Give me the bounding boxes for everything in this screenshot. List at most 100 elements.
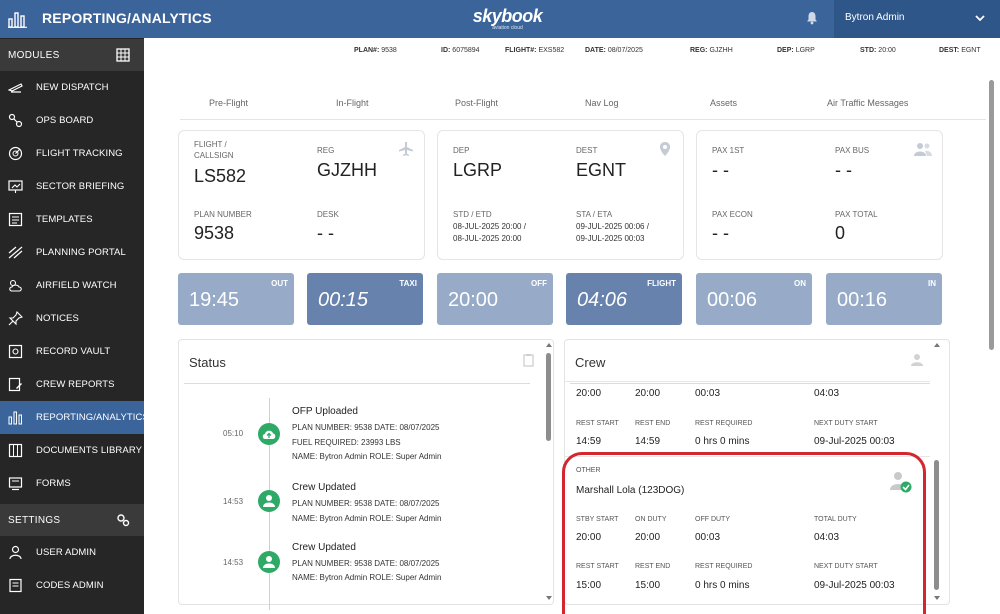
sidebar-item-airfield-watch[interactable]: AIRFIELD WATCH — [0, 269, 144, 302]
time-tile-on[interactable]: 00:06 ON — [696, 273, 812, 325]
tab-air-traffic-messages[interactable]: Air Traffic Messages — [827, 98, 908, 108]
clipboard-icon — [523, 354, 534, 367]
sidebar-item-codes-admin[interactable]: CODES ADMIN — [0, 569, 144, 602]
event-detail: NAME: Bytron Admin ROLE: Super Admin — [292, 452, 442, 461]
time-value: 20:00 — [448, 289, 499, 311]
people-icon — [914, 143, 932, 156]
time-tag: ON — [794, 279, 806, 288]
time-tile-flight[interactable]: 04:06 FLIGHT — [566, 273, 682, 325]
tab-nav-log[interactable]: Nav Log — [585, 98, 619, 108]
main-scrollbar[interactable] — [989, 80, 994, 350]
time-value: 04:06 — [577, 289, 628, 311]
time-tile-off[interactable]: 20:00 OFF — [437, 273, 553, 325]
chevron-down-icon[interactable] — [974, 12, 986, 24]
event-time: 14:53 — [223, 558, 244, 567]
crew-scrollbar-thumb[interactable] — [934, 460, 939, 590]
id-info: ID: 6075894 — [441, 47, 480, 54]
desk-label: DESK — [317, 210, 339, 219]
reg-value: GJZHH — [317, 160, 377, 180]
status-title: Status — [189, 355, 226, 370]
sidebar-item-ops-board[interactable]: OPS BOARD — [0, 104, 144, 137]
person-icon — [263, 556, 275, 568]
crew-prev-rest-end: 14:59 — [635, 436, 661, 447]
flight-number-info: FLIGHT#: EXS582 — [505, 47, 565, 54]
crew-prev-rest-required: 0 hrs 0 mins — [695, 436, 750, 447]
status-scroll-down[interactable] — [546, 596, 552, 600]
sidebar-item-notices[interactable]: NOTICES — [0, 302, 144, 335]
time-tag: FLIGHT — [647, 279, 676, 288]
pax-bus-value: - - — [835, 160, 852, 180]
sidebar-item-label: NEW DISPATCH — [36, 82, 109, 93]
sidebar-item-label: OPS BOARD — [36, 115, 94, 126]
sidebar-item-documents-library[interactable]: DOCUMENTS LIBRARY — [0, 434, 144, 467]
pin-icon — [8, 311, 23, 326]
crew-scroll-up[interactable] — [934, 343, 940, 347]
tab-pre-flight[interactable]: Pre-Flight — [209, 98, 248, 108]
crew-prev-on-duty: 20:00 — [635, 388, 661, 399]
std-etd-value: 08-JUL-2025 20:00 /08-JUL-2025 20:00 — [453, 222, 526, 243]
modules-section-header: MODULES — [0, 39, 144, 71]
tab-in-flight[interactable]: In-Flight — [336, 98, 369, 108]
sidebar-item-label: TEMPLATES — [36, 214, 93, 225]
sidebar-item-sector-briefing[interactable]: SECTOR BRIEFING — [0, 170, 144, 203]
sidebar-item-label: NOTICES — [36, 313, 79, 324]
flight-label: FLIGHT / CALLSIGN — [194, 140, 234, 160]
crew-prev-off-duty: 00:03 — [695, 388, 721, 399]
sidebar-item-flight-tracking[interactable]: FLIGHT TRACKING — [0, 137, 144, 170]
pax-econ-value: - - — [712, 223, 729, 243]
sidebar-item-forms[interactable]: FORMS — [0, 467, 144, 500]
sidebar: MODULES NEW DISPATCH OPS BOARD FLIGHT TR… — [0, 38, 149, 614]
briefing-icon — [8, 180, 23, 193]
notification-bell-icon[interactable] — [805, 11, 819, 25]
person-icon — [263, 495, 275, 507]
sidebar-item-crew-reports[interactable]: CREW REPORTS — [0, 368, 144, 401]
time-value: 00:16 — [837, 289, 888, 311]
desk-value: - - — [317, 223, 334, 243]
sidebar-item-planning-portal[interactable]: PLANNING PORTAL — [0, 236, 144, 269]
event-detail: NAME: Bytron Admin ROLE: Super Admin — [292, 573, 442, 582]
time-tile-taxi[interactable]: 00:15 TAXI — [307, 273, 423, 325]
status-scrollbar-thumb[interactable] — [546, 353, 551, 441]
sidebar-item-label: RECORD VAULT — [36, 346, 111, 357]
sidebar-item-new-dispatch[interactable]: NEW DISPATCH — [0, 71, 144, 104]
status-scroll-up[interactable] — [546, 343, 552, 347]
plan-number-value: 9538 — [194, 223, 235, 243]
crew-scroll-down[interactable] — [934, 596, 940, 600]
event-detail: PLAN NUMBER: 9538 DATE: 08/07/2025 — [292, 499, 440, 508]
crew-prev-next-duty-start: 09-Jul-2025 00:03 — [814, 436, 895, 447]
pax-card: PAX 1ST - - PAX BUS - - PAX ECON - - PAX… — [696, 130, 943, 260]
settings-section-header: SETTINGS — [0, 504, 144, 536]
rest-end-label: REST END — [635, 420, 671, 427]
user-menu[interactable]: Bytron Admin — [834, 0, 1000, 38]
sidebar-item-label: SECTOR BRIEFING — [36, 181, 125, 192]
sta-eta-label: STA / ETA — [576, 210, 613, 219]
grid-icon[interactable] — [116, 48, 130, 62]
templates-icon — [8, 212, 23, 227]
sidebar-item-record-vault[interactable]: RECORD VAULT — [0, 335, 144, 368]
dep-label: DEP — [453, 146, 470, 155]
time-tag: TAXI — [399, 279, 417, 288]
crew-prev-stby-start: 20:00 — [576, 388, 602, 399]
sidebar-item-user-admin[interactable]: USER ADMIN — [0, 536, 144, 569]
pax-bus-label: PAX BUS — [835, 146, 870, 155]
event-detail: PLAN NUMBER: 9538 DATE: 08/07/2025 — [292, 559, 440, 568]
event-detail: PLAN NUMBER: 9538 DATE: 08/07/2025 — [292, 423, 440, 432]
sidebar-item-templates[interactable]: TEMPLATES — [0, 203, 144, 236]
weather-icon — [9, 279, 22, 292]
gears-icon[interactable] — [116, 513, 130, 527]
sidebar-item-label: CREW REPORTS — [36, 379, 115, 390]
sidebar-item-label: AIRFIELD WATCH — [36, 280, 117, 291]
radar-icon — [8, 146, 23, 161]
time-tile-in[interactable]: 00:16 IN — [826, 273, 942, 325]
event-title: OFP Uploaded — [292, 406, 358, 417]
time-value: 19:45 — [189, 289, 240, 311]
plane-takeoff-icon — [8, 83, 23, 93]
event-detail: FUEL REQUIRED: 23993 LBS — [292, 438, 401, 447]
brand-logo[interactable]: skybook aviation cloud — [470, 6, 545, 31]
time-tile-out[interactable]: 19:45 OUT — [178, 273, 294, 325]
dep-info: DEP: LGRP — [777, 47, 815, 54]
sidebar-item-reporting-analytics[interactable]: REPORTING/ANALYTICS — [0, 401, 149, 434]
tab-assets[interactable]: Assets — [710, 98, 737, 108]
tab-post-flight[interactable]: Post-Flight — [455, 98, 498, 108]
user-name: Bytron Admin — [845, 12, 905, 23]
